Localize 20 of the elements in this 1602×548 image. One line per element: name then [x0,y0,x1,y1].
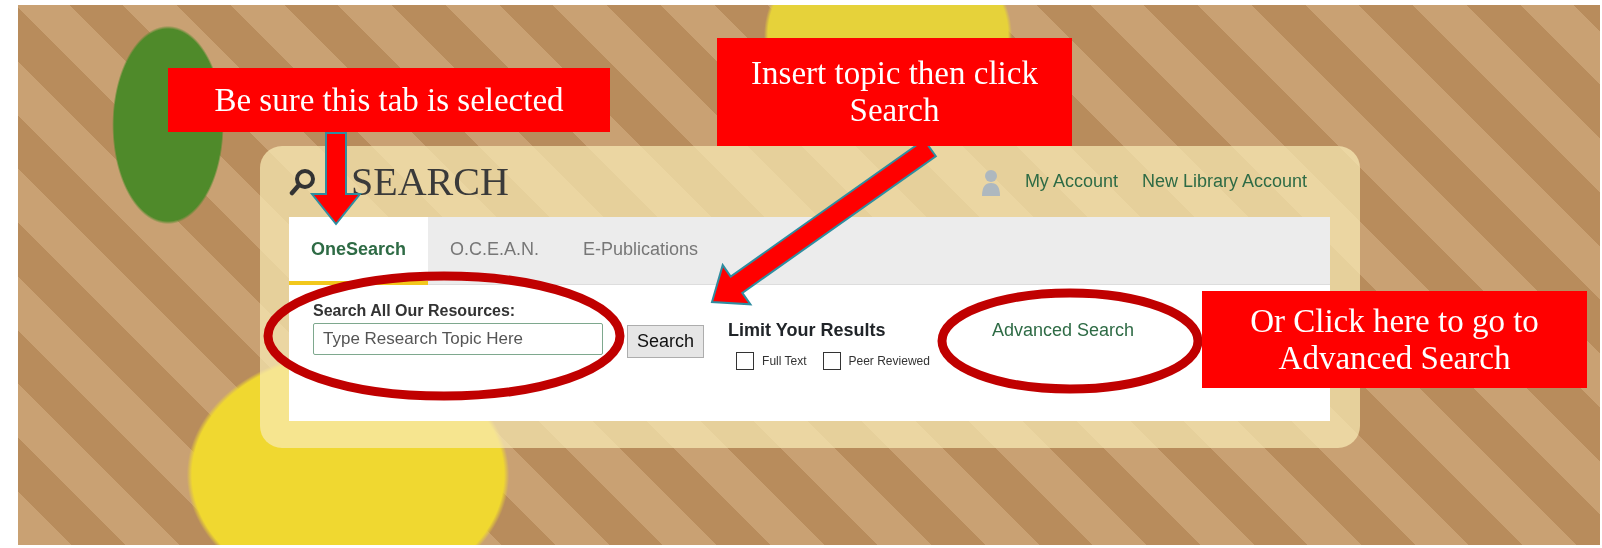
panel-title: SEARCH [351,157,509,206]
advanced-search-link[interactable]: Advanced Search [991,317,1134,344]
callout-box: Insert topic then click Search [717,38,1072,146]
account-link[interactable]: My Account [1024,168,1118,195]
checkbox-label: Full Text [762,353,807,370]
limit-heading: Limit Your Results [728,319,887,342]
search-tab[interactable]: OneSearch [289,217,429,285]
checkbox[interactable] [822,352,841,370]
user-icon [980,167,1001,196]
checkbox[interactable] [736,352,755,370]
search-tab[interactable]: O.C.E.A.N. [428,217,562,285]
search-button[interactable]: Search [627,325,705,358]
search-field[interactable]: Type Research Topic Here [313,323,603,355]
search-icon [289,167,317,196]
checkbox-label: Peer Reviewed [848,353,930,370]
new-account-link[interactable]: New Library Account [1141,168,1307,195]
callout-box: Be sure this tab is selected [168,68,610,132]
callout-box: Or Click here to go to Advanced Search [1202,291,1587,388]
search-label: Search All Our Resources: [313,303,517,319]
search-tab[interactable]: E-Publications [561,217,721,285]
